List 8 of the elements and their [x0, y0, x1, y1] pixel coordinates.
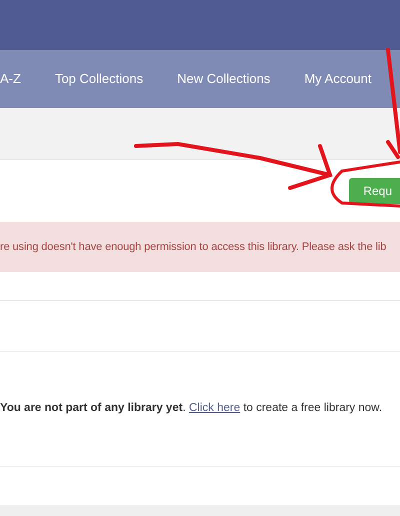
nav-link[interactable]: New Collections [177, 69, 270, 89]
message-text: You are not part of any library yet. Click here to create a free library now. [0, 401, 382, 416]
request-button[interactable]: Requ [349, 178, 400, 204]
alert-text: re using doesn't have enough permission to access this library. Please ask the lib [0, 240, 386, 255]
click-here-link[interactable]: Click here [188, 402, 240, 414]
nav-link[interactable]: Top Collections [54, 69, 144, 89]
nav-link[interactable]: My Account [304, 69, 372, 89]
nav-link[interactable]: A-Z [0, 69, 21, 89]
